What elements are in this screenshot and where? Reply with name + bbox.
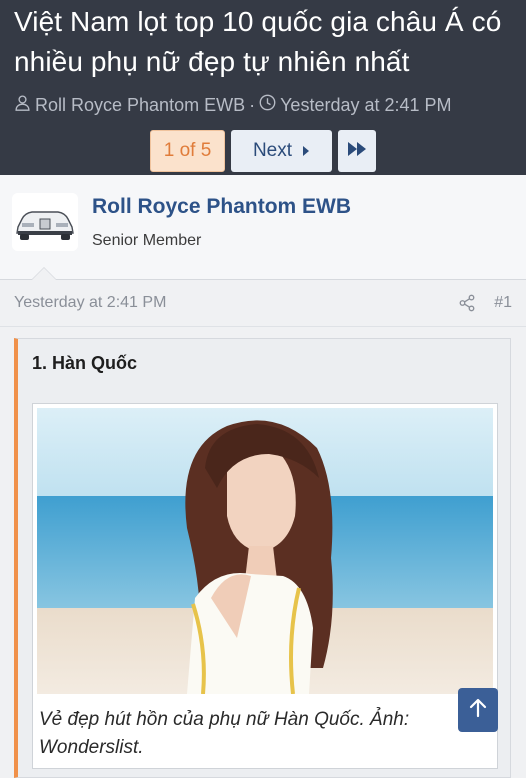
thread-author[interactable]: Roll Royce Phantom EWB bbox=[35, 95, 245, 116]
share-icon[interactable] bbox=[458, 294, 476, 312]
post-username[interactable]: Roll Royce Phantom EWB bbox=[92, 195, 351, 219]
post-user-bar: Roll Royce Phantom EWB Senior Member bbox=[0, 175, 526, 280]
user-title: Senior Member bbox=[92, 232, 202, 249]
chevron-right-icon bbox=[302, 140, 310, 162]
userbar-caret bbox=[32, 268, 56, 280]
post-photo[interactable] bbox=[37, 408, 493, 694]
page-indicator[interactable]: 1 of 5 bbox=[150, 130, 225, 172]
post-number[interactable]: #1 bbox=[494, 294, 512, 312]
pagination: 1 of 5 Next bbox=[14, 130, 512, 172]
next-page-button[interactable]: Next bbox=[231, 130, 332, 172]
image-figure: Vẻ đẹp hút hồn của phụ nữ Hàn Quốc. Ảnh:… bbox=[32, 403, 498, 769]
user-icon bbox=[14, 94, 31, 116]
last-page-button[interactable] bbox=[338, 130, 376, 172]
image-caption: Vẻ đẹp hút hồn của phụ nữ Hàn Quốc. Ảnh:… bbox=[39, 709, 410, 758]
scroll-to-top-button[interactable] bbox=[458, 688, 498, 732]
double-chevron-icon bbox=[347, 140, 367, 162]
arrow-up-icon bbox=[469, 698, 487, 723]
avatar[interactable] bbox=[12, 193, 78, 251]
thread-time[interactable]: Yesterday at 2:41 PM bbox=[280, 95, 451, 116]
thread-meta: Roll Royce Phantom EWB · Yesterday at 2:… bbox=[14, 94, 512, 116]
post-timestamp[interactable]: Yesterday at 2:41 PM bbox=[14, 294, 166, 312]
thread-title: Việt Nam lọt top 10 quốc gia châu Á có n… bbox=[14, 6, 502, 77]
section-heading: 1. Hàn Quốc bbox=[32, 353, 138, 373]
post-meta-bar: Yesterday at 2:41 PM #1 bbox=[0, 280, 526, 327]
thread-header: Việt Nam lọt top 10 quốc gia châu Á có n… bbox=[0, 0, 526, 175]
clock-icon bbox=[259, 94, 276, 116]
meta-separator: · bbox=[249, 94, 256, 115]
next-label: Next bbox=[252, 140, 293, 161]
post-content: 1. Hàn Quốc Vẻ đẹp hút hồn của phụ nữ Hà… bbox=[14, 338, 511, 778]
